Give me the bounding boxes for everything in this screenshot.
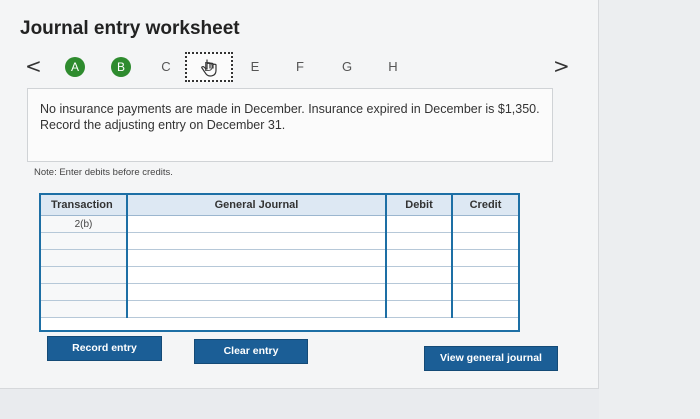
step-h[interactable]: H bbox=[385, 59, 401, 74]
credit-input[interactable] bbox=[452, 300, 518, 318]
debit-input[interactable] bbox=[386, 249, 453, 267]
page-title: Journal entry worksheet bbox=[20, 18, 240, 39]
table-row bbox=[41, 300, 518, 318]
table-row bbox=[41, 249, 518, 267]
transaction-cell bbox=[41, 266, 128, 284]
header-credit: Credit bbox=[452, 195, 518, 216]
debit-input[interactable] bbox=[386, 283, 453, 301]
header-transaction: Transaction bbox=[41, 195, 128, 216]
credit-input[interactable] bbox=[452, 266, 518, 284]
transaction-cell bbox=[41, 232, 128, 250]
table-row bbox=[41, 232, 518, 250]
view-general-journal-button[interactable]: View general journal bbox=[424, 346, 558, 371]
step-g[interactable]: G bbox=[339, 59, 355, 74]
step-a[interactable]: A bbox=[65, 57, 85, 77]
record-entry-button[interactable]: Record entry bbox=[47, 336, 162, 361]
table-row: 2(b) bbox=[41, 215, 518, 233]
step-f[interactable]: F bbox=[292, 59, 308, 74]
account-input[interactable] bbox=[127, 249, 387, 267]
account-input[interactable] bbox=[127, 300, 387, 318]
question-prompt: No insurance payments are made in Decemb… bbox=[27, 88, 553, 162]
account-input[interactable] bbox=[127, 266, 387, 284]
table-row bbox=[41, 283, 518, 301]
step-navigation: < A B C D E F G H > bbox=[0, 50, 598, 84]
step-d-current[interactable]: D bbox=[185, 52, 233, 82]
chevron-right-icon[interactable]: > bbox=[553, 54, 570, 78]
header-general-journal: General Journal bbox=[127, 195, 387, 216]
account-input[interactable] bbox=[127, 215, 387, 233]
note-text: Note: Enter debits before credits. bbox=[34, 167, 173, 178]
debit-input[interactable] bbox=[386, 215, 453, 233]
credit-input[interactable] bbox=[452, 215, 518, 233]
credit-input[interactable] bbox=[452, 232, 518, 250]
transaction-cell bbox=[41, 249, 128, 267]
debit-input[interactable] bbox=[386, 266, 453, 284]
transaction-cell bbox=[41, 283, 128, 301]
credit-input[interactable] bbox=[452, 283, 518, 301]
transaction-cell bbox=[41, 300, 128, 318]
header-debit: Debit bbox=[386, 195, 453, 216]
account-input[interactable] bbox=[127, 232, 387, 250]
table-row bbox=[41, 266, 518, 284]
chevron-left-icon[interactable]: < bbox=[25, 54, 42, 78]
hand-pointer-icon bbox=[201, 59, 217, 77]
prompt-text: No insurance payments are made in Decemb… bbox=[40, 102, 540, 132]
journal-entry-table: Transaction General Journal Debit Credit… bbox=[39, 193, 520, 332]
transaction-cell: 2(b) bbox=[41, 215, 128, 233]
credit-input[interactable] bbox=[452, 249, 518, 267]
worksheet-panel: Journal entry worksheet < A B C D E F G … bbox=[0, 0, 599, 389]
account-input[interactable] bbox=[127, 283, 387, 301]
step-c[interactable]: C bbox=[158, 59, 174, 74]
step-b[interactable]: B bbox=[111, 57, 131, 77]
step-e[interactable]: E bbox=[247, 59, 263, 74]
background-strip bbox=[599, 0, 700, 419]
debit-input[interactable] bbox=[386, 232, 453, 250]
debit-input[interactable] bbox=[386, 300, 453, 318]
clear-entry-button[interactable]: Clear entry bbox=[194, 339, 308, 364]
